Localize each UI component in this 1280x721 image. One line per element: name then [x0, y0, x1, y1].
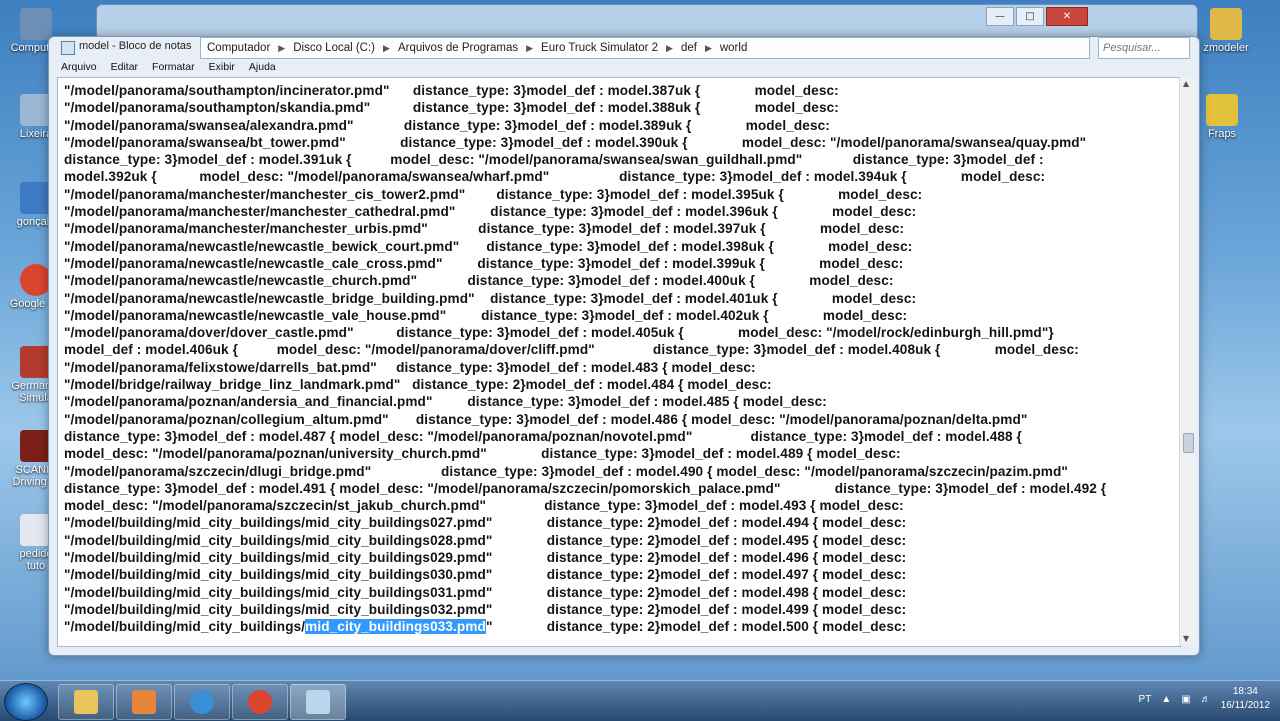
text-line: model_desc: "/model/panorama/poznan/univ…: [64, 446, 901, 462]
notepad-window: model - Bloco de notas Arquivo Editar Fo…: [48, 36, 1200, 656]
text-line: "/model/building/mid_city_buildings/mid_…: [64, 584, 907, 600]
clock[interactable]: 18:34 16/11/2012: [1221, 685, 1270, 713]
text-line: distance_type: 3}model_def : model.487 {…: [64, 428, 1022, 444]
volume-icon[interactable]: ♬: [1201, 694, 1211, 705]
taskbar: PT ▲ ▣ ♬ 18:34 16/11/2012: [0, 680, 1280, 721]
text-segment: "/model/building/mid_city_buildings/: [64, 619, 306, 635]
text-segment: " distance_type: 2}model_def : model.500…: [485, 619, 907, 635]
breadcrumb-item[interactable]: Euro Truck Simulator 2: [541, 42, 658, 54]
scrollbar-thumb[interactable]: [1183, 433, 1194, 453]
text-line: "/model/panorama/southampton/skandia.pmd…: [64, 100, 839, 116]
network-icon[interactable]: ▣: [1181, 694, 1190, 705]
breadcrumb-item[interactable]: Disco Local (C:): [293, 42, 375, 54]
text-line: "/model/bridge/railway_bridge_linz_landm…: [64, 377, 772, 393]
text-line: "/model/panorama/newcastle/newcastle_bri…: [64, 290, 917, 306]
text-line: "/model/panorama/felixstowe/darrells_bat…: [64, 359, 756, 375]
selected-text: mid_city_buildings033.pmd: [305, 619, 486, 635]
tray-arrow-icon[interactable]: ▲: [1161, 694, 1171, 705]
text-editor-area[interactable]: "/model/panorama/southampton/incinerator…: [57, 77, 1181, 647]
text-line: "/model/panorama/swansea/bt_tower.pmd" d…: [64, 134, 1087, 150]
chrome-icon: [248, 690, 272, 714]
desktop-icon-fraps[interactable]: Fraps: [1192, 94, 1252, 140]
text-line: "/model/panorama/newcastle/newcastle_chu…: [64, 273, 894, 289]
taskbar-chrome[interactable]: [232, 684, 288, 720]
text-line: "/model/building/mid_city_buildings/mid_…: [64, 532, 907, 548]
text-line: "/model/building/mid_city_buildings/mid_…: [64, 601, 907, 617]
text-line: "/model/panorama/poznan/collegium_altum.…: [64, 411, 1028, 427]
explorer-window-controls: — □ ✕: [986, 7, 1088, 26]
minimize-button[interactable]: —: [986, 7, 1014, 26]
text-line: "/model/building/mid_city_buildings/mid_…: [64, 550, 907, 566]
text-line: "/model/panorama/dover/dover_castle.pmd"…: [64, 325, 1054, 341]
language-indicator[interactable]: PT: [1139, 694, 1152, 705]
start-button[interactable]: [4, 683, 48, 721]
text-line: "/model/panorama/newcastle/newcastle_val…: [64, 307, 908, 323]
text-line: "/model/panorama/southampton/incinerator…: [64, 83, 839, 98]
system-tray: PT ▲ ▣ ♬ 18:34 16/11/2012: [1139, 685, 1270, 713]
text-line: "/model/building/mid_city_buildings/mid_…: [64, 567, 907, 583]
clock-date: 16/11/2012: [1220, 700, 1270, 711]
chevron-right-icon: ▶: [526, 42, 534, 53]
clock-time: 18:34: [1232, 686, 1258, 697]
taskbar-ie[interactable]: [174, 684, 230, 720]
explorer-address-bar: Computador ▶ Disco Local (C:) ▶ Arquivos d…: [60, 36, 1190, 60]
fraps-icon: [1206, 94, 1238, 126]
internet-explorer-icon: [190, 690, 214, 714]
chevron-right-icon: ▶: [704, 42, 712, 53]
scroll-down-icon[interactable]: ▼: [1183, 634, 1189, 643]
text-line: model.392uk { model_desc: "/model/panora…: [64, 169, 1046, 185]
text-line: "/model/panorama/manchester/manchester_c…: [64, 186, 923, 202]
text-line: "/model/building/mid_city_buildings/mid_…: [64, 515, 907, 531]
taskbar-notepad[interactable]: [290, 684, 346, 720]
text-line: "/model/panorama/szczecin/dlugi_bridge.p…: [64, 463, 1068, 479]
text-line: "/model/panorama/manchester/manchester_c…: [64, 204, 917, 220]
notepad-icon: [306, 690, 330, 714]
folder-icon: [74, 690, 98, 714]
taskbar-explorer[interactable]: [58, 684, 114, 720]
breadcrumb-item[interactable]: def: [681, 42, 697, 54]
breadcrumb-item[interactable]: Arquivos de Programas: [398, 42, 518, 54]
breadcrumb[interactable]: Computador ▶ Disco Local (C:) ▶ Arquivos d…: [200, 37, 1090, 59]
search-input[interactable]: Pesquisar...: [1098, 37, 1190, 59]
text-line: distance_type: 3}model_def : model.391uk…: [64, 152, 1044, 168]
scroll-up-icon[interactable]: ▲: [1183, 79, 1189, 88]
text-content: "/model/panorama/southampton/incinerator…: [64, 82, 1164, 636]
breadcrumb-item[interactable]: world: [720, 42, 747, 54]
text-line: "/model/building/mid_city_buildings/mid_…: [64, 618, 1164, 635]
text-line: "/model/panorama/newcastle/newcastle_cal…: [64, 255, 904, 271]
maximize-button[interactable]: □: [1016, 7, 1044, 26]
taskbar-media[interactable]: [116, 684, 172, 720]
text-line: model_desc: "/model/panorama/szczecin/st…: [64, 498, 904, 514]
folder-icon: [1210, 8, 1242, 40]
text-line: "/model/panorama/manchester/manchester_u…: [64, 221, 905, 237]
text-line: model_def : model.406uk { model_desc: "/…: [64, 342, 1079, 358]
chevron-right-icon: ▶: [666, 42, 673, 53]
text-line: "/model/panorama/swansea/alexandra.pmd" …: [64, 117, 830, 133]
desktop-icon-label: zmodeler: [1203, 42, 1249, 54]
text-line: "/model/panorama/poznan/andersia_and_fin…: [64, 394, 827, 410]
computer-icon: [20, 8, 52, 40]
chevron-right-icon: ▶: [383, 42, 390, 53]
text-line: "/model/panorama/newcastle/newcastle_bew…: [64, 238, 913, 254]
close-button[interactable]: ✕: [1046, 7, 1088, 26]
chevron-right-icon: ▶: [278, 42, 286, 53]
vertical-scrollbar[interactable]: ▲ ▼: [1179, 77, 1196, 645]
text-line: distance_type: 3}model_def : model.491 {…: [64, 480, 1107, 496]
desktop-icon-zmodeler[interactable]: zmodeler: [1196, 8, 1256, 54]
media-player-icon: [132, 690, 156, 714]
desktop-icon-label: Fraps: [1207, 128, 1237, 140]
breadcrumb-item[interactable]: Computador: [207, 42, 270, 54]
